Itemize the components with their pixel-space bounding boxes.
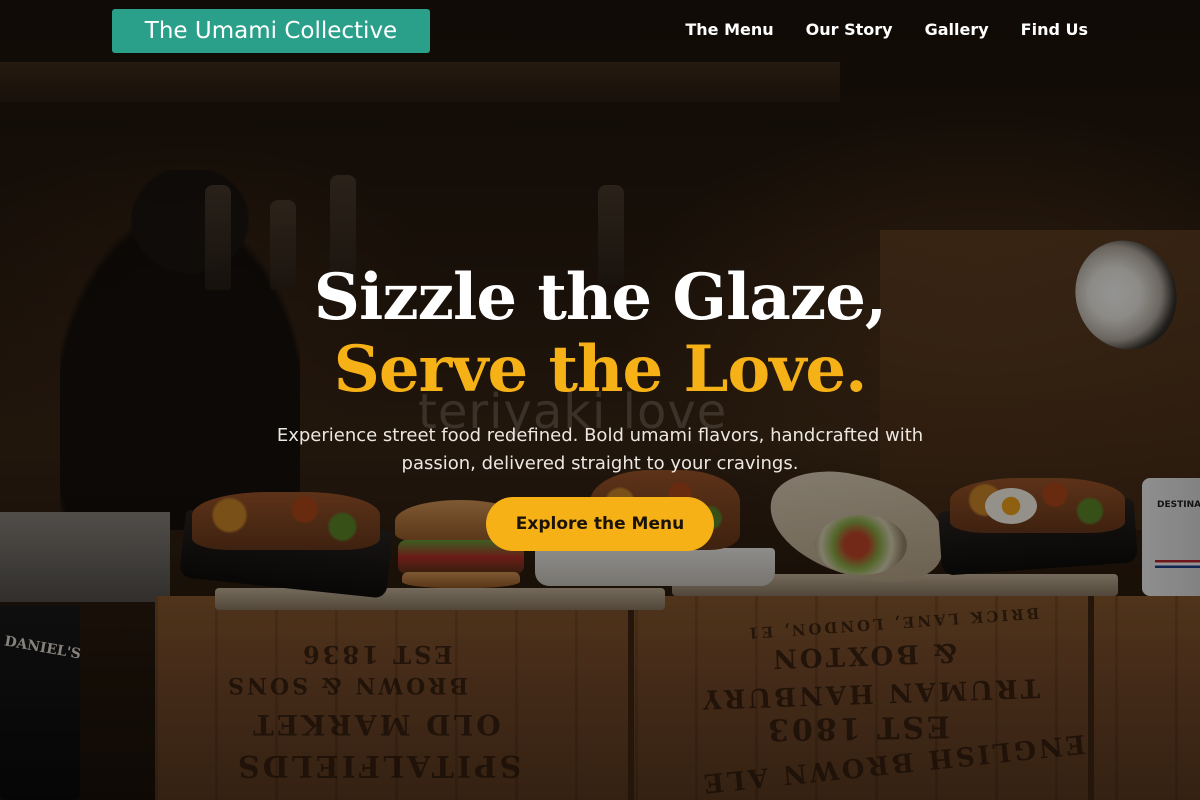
hero-section: EST 1836 BROWN & SONS OLD MARKET SPITALF… <box>0 0 1200 800</box>
hero-subtext: Experience street food redefined. Bold u… <box>276 425 924 474</box>
hero-headline-line-2: Serve the Love. <box>333 332 868 407</box>
brand-logo[interactable]: The Umami Collective <box>112 9 430 53</box>
nav-links: The Menu Our Story Gallery Find Us <box>685 20 1088 39</box>
nav-link-gallery[interactable]: Gallery <box>925 20 989 39</box>
nav-link-find-us[interactable]: Find Us <box>1021 20 1088 39</box>
hero-headline-line-1: Sizzle the Glaze, <box>313 260 887 335</box>
hero-headline: Sizzle the Glaze, Serve the Love. <box>0 262 1200 406</box>
top-navigation: The Umami Collective The Menu Our Story … <box>0 0 1200 62</box>
explore-menu-button[interactable]: Explore the Menu <box>486 497 714 551</box>
nav-link-the-menu[interactable]: The Menu <box>685 20 773 39</box>
nav-link-our-story[interactable]: Our Story <box>806 20 893 39</box>
